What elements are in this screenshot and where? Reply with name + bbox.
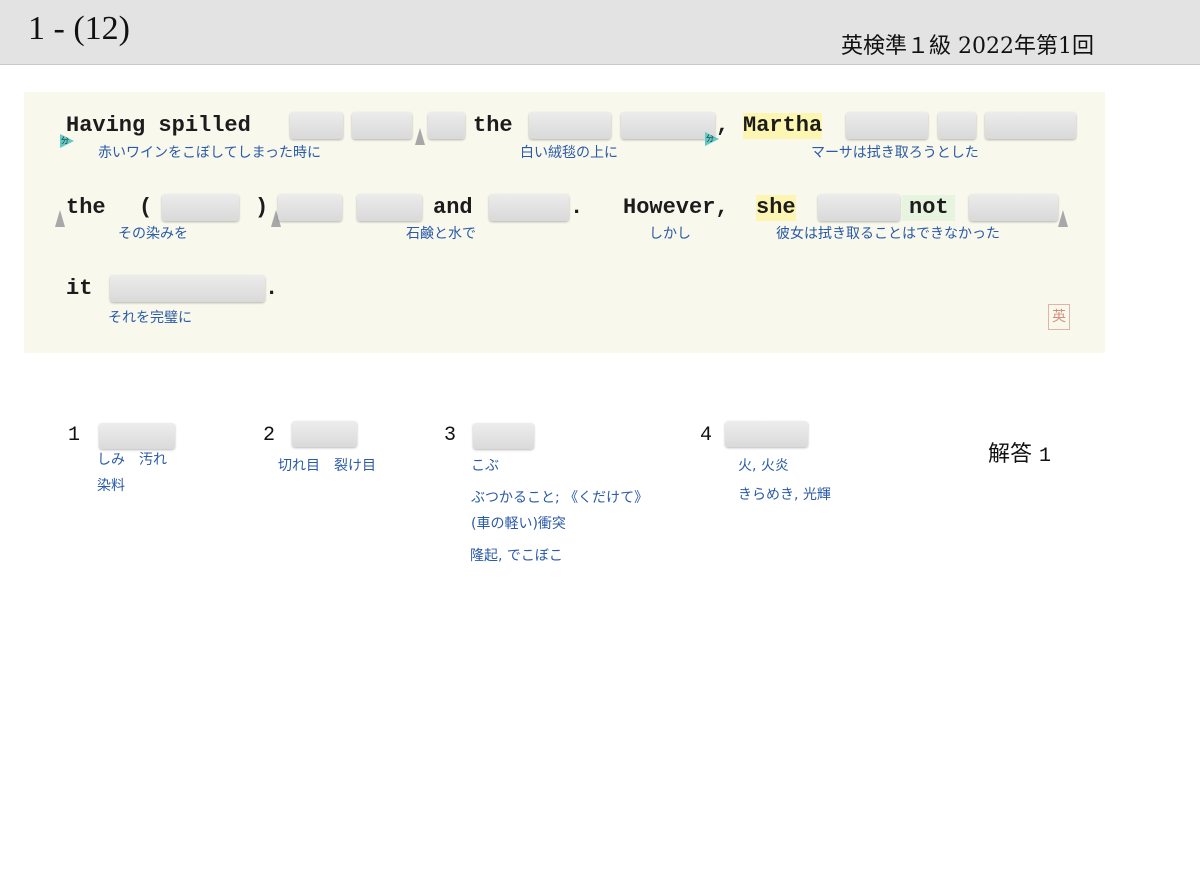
phrase-marker-icon: [415, 128, 425, 145]
blank[interactable]: [357, 194, 422, 221]
blank[interactable]: [818, 194, 900, 221]
blank[interactable]: [846, 112, 928, 139]
phrase-marker-icon: [1058, 210, 1068, 227]
phrase-marker-icon: [55, 210, 65, 227]
blank[interactable]: [938, 112, 976, 139]
gloss: それを完璧に: [108, 310, 192, 326]
option-3-gloss: こぶ: [471, 458, 499, 474]
option-3-gloss: 隆起, でこぼこ: [470, 548, 563, 564]
word-period: .: [265, 276, 279, 301]
header-bar: 1 - (12) 英検準１級 2022年第1回: [0, 0, 1200, 65]
blank[interactable]: [428, 112, 465, 139]
option-4-gloss: 火, 火炎: [738, 458, 789, 474]
sentence-panel: Having spilled the , Martha 分 分 赤いワインをこぼ…: [24, 92, 1105, 353]
word-period: .: [570, 195, 584, 220]
option-1-number: 1: [68, 424, 81, 447]
paren-open: (: [139, 195, 153, 220]
blank[interactable]: [969, 194, 1058, 221]
option-2-blank[interactable]: [292, 421, 357, 447]
option-2-gloss: 切れ目 裂け目: [278, 458, 376, 474]
blank[interactable]: [621, 112, 715, 139]
gloss: その染みを: [118, 226, 188, 242]
seal-logo: 英: [1048, 304, 1070, 330]
blank[interactable]: [985, 112, 1076, 139]
blank[interactable]: [290, 112, 343, 139]
word-comma: ,: [716, 113, 730, 138]
word-having-spilled: Having spilled: [66, 113, 251, 138]
blank[interactable]: [278, 194, 342, 221]
word-it: it: [66, 276, 93, 301]
blank[interactable]: [162, 194, 239, 221]
answer: 解答 1: [988, 436, 1051, 468]
option-4-gloss: きらめき, 光輝: [738, 487, 831, 503]
question-number: 1 - (12): [28, 10, 130, 47]
option-2-number: 2: [263, 424, 276, 447]
word-she: she: [756, 195, 796, 221]
gloss: マーサは拭き取ろうとした: [811, 145, 979, 161]
word-and: and: [433, 195, 473, 220]
option-4-number: 4: [700, 424, 713, 447]
option-3-number: 3: [444, 424, 457, 447]
blank[interactable]: [110, 275, 265, 302]
gloss: 彼女は拭き取ることはできなかった: [776, 226, 1000, 242]
gloss: 石鹸と水で: [406, 226, 476, 242]
word-however: However,: [623, 195, 729, 220]
gloss: 赤いワインをこぼしてしまった時に: [98, 145, 322, 161]
answer-label: 解答: [988, 442, 1033, 467]
option-1-blank[interactable]: [99, 423, 175, 449]
answer-value: 1: [1039, 445, 1052, 468]
blank[interactable]: [352, 112, 412, 139]
option-1-gloss: 染料: [97, 478, 125, 494]
option-3-gloss: (車の軽い)衝突: [471, 516, 566, 532]
option-3-blank[interactable]: [473, 423, 534, 449]
word-martha: Martha: [743, 113, 823, 139]
option-1-gloss: しみ 汚れ: [97, 452, 167, 468]
word-the: the: [473, 113, 513, 138]
blank[interactable]: [529, 112, 611, 139]
gloss: しかし: [649, 226, 691, 242]
paren-close: ): [255, 195, 269, 220]
gloss: 白い絨毯の上に: [520, 145, 618, 161]
blank[interactable]: [489, 194, 569, 221]
word-the: the: [66, 195, 106, 220]
option-4-blank[interactable]: [725, 421, 808, 447]
exam-title: 英検準１級 2022年第1回: [841, 34, 1094, 59]
word-not: not: [902, 195, 955, 221]
option-3-gloss: ぶつかること; 《くだけて》: [471, 490, 649, 506]
